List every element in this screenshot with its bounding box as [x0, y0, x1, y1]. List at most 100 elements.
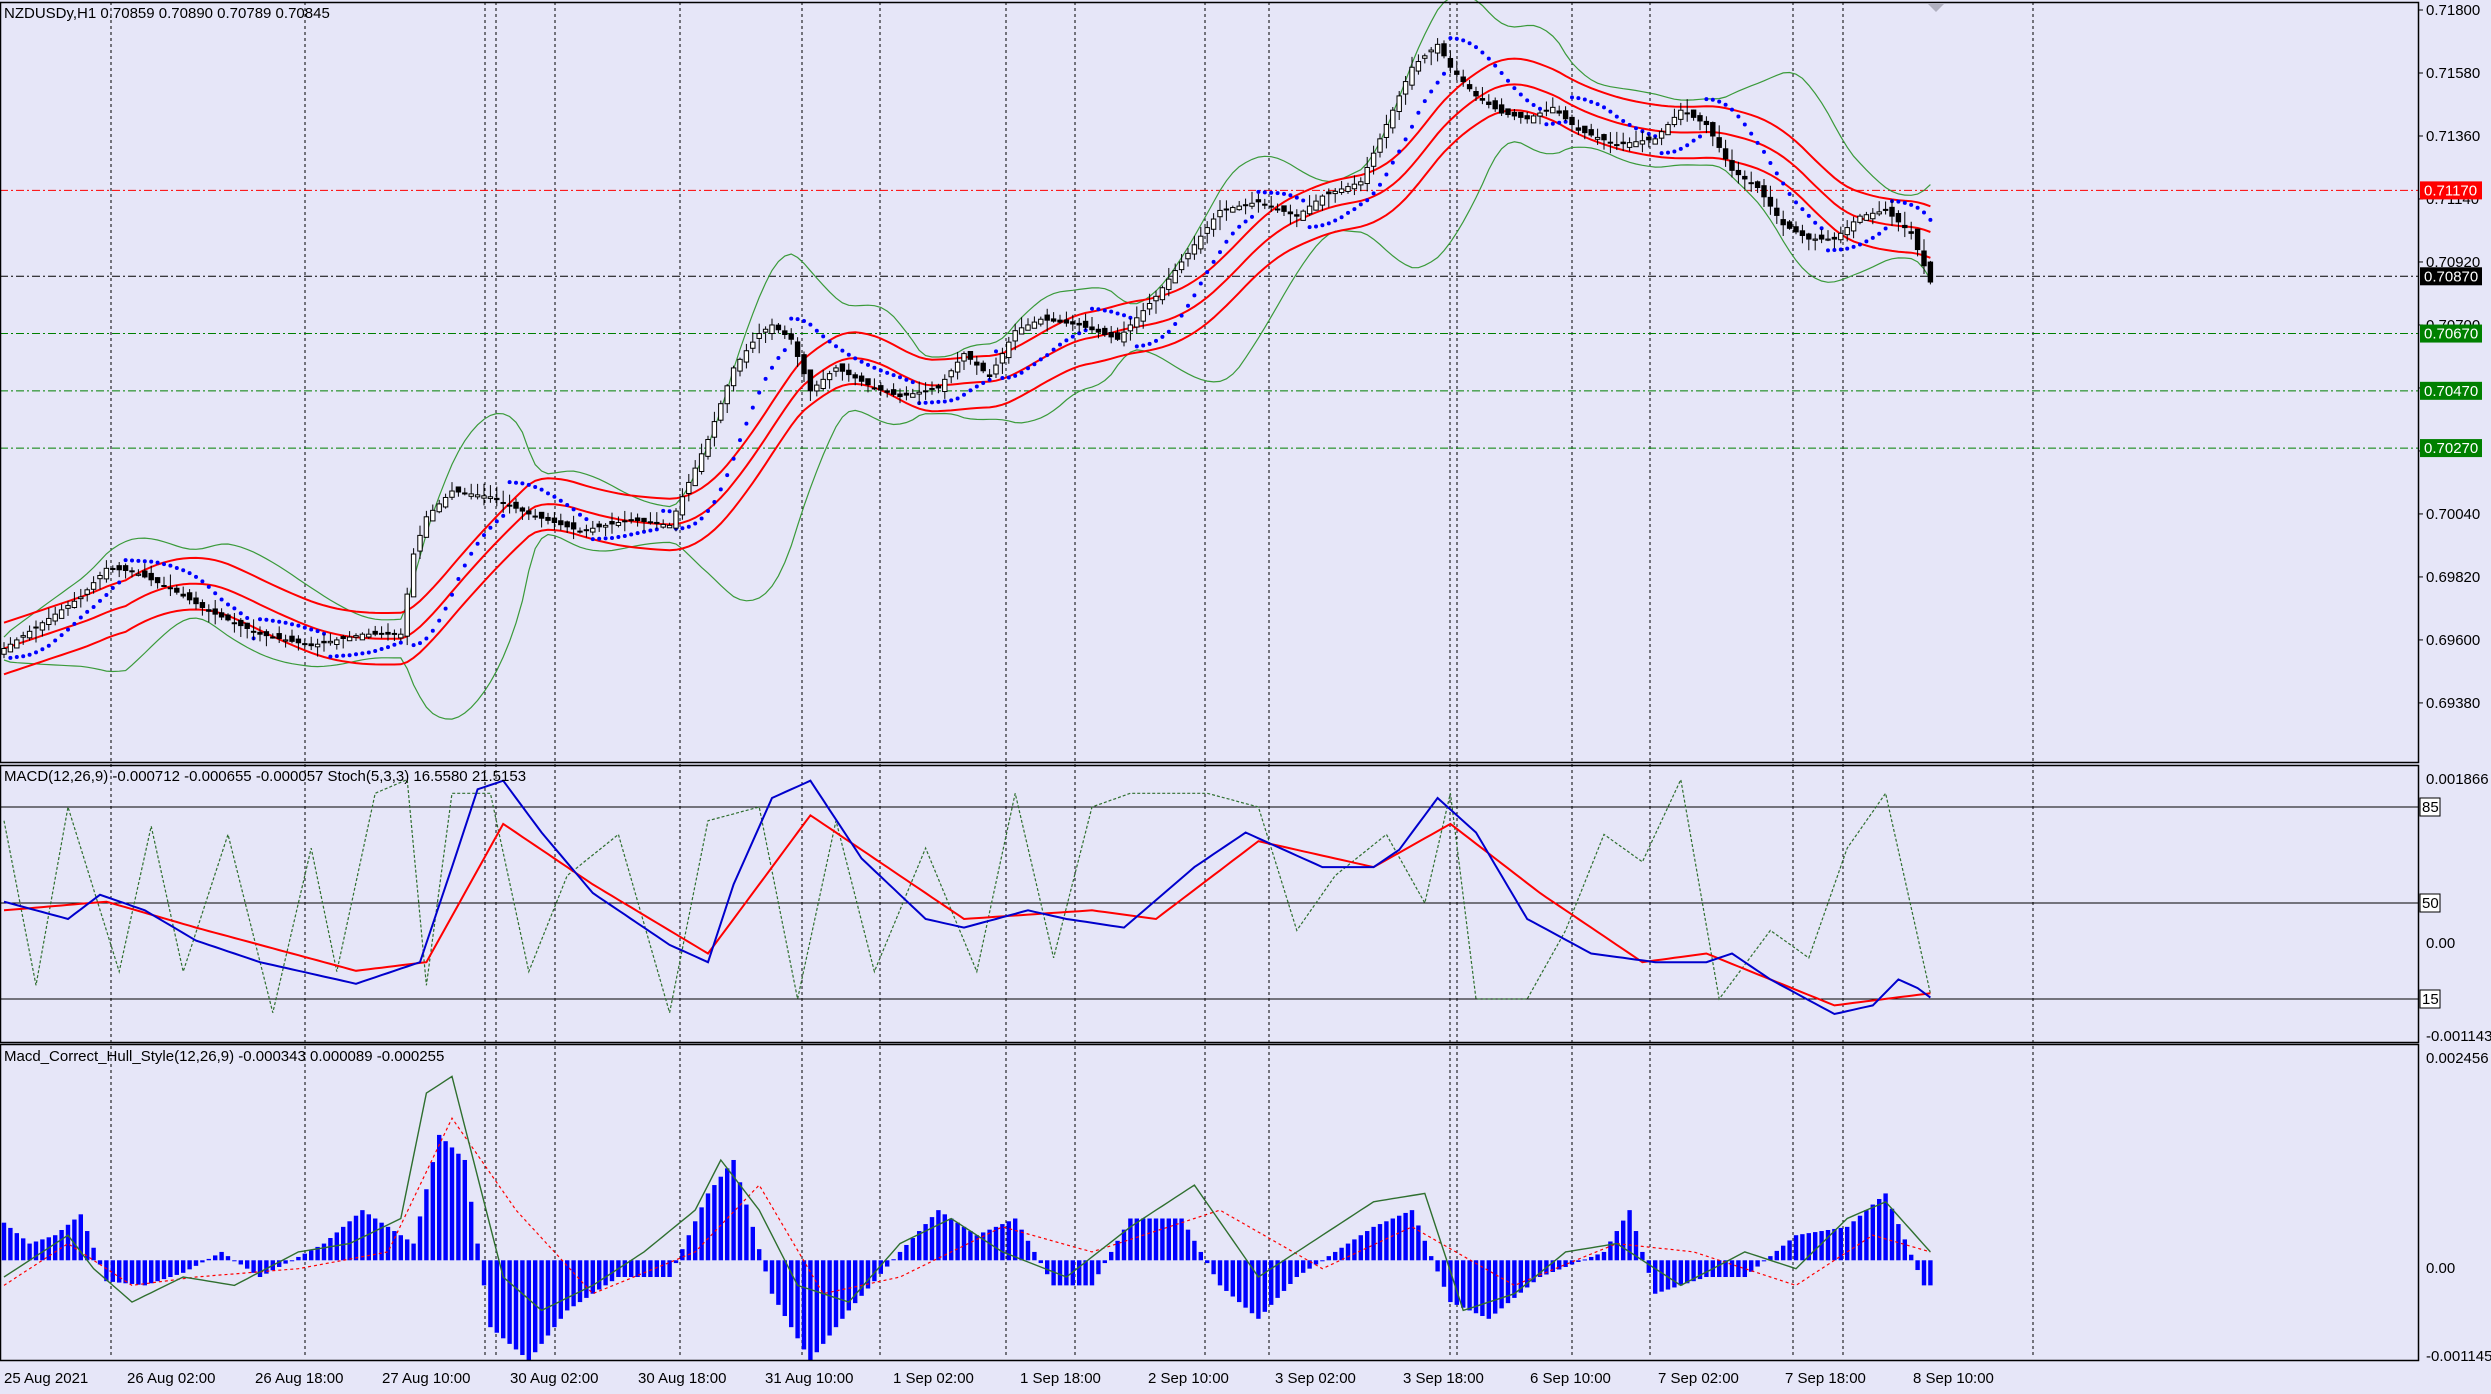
- candle-body: [1146, 302, 1153, 310]
- candle-body: [1902, 224, 1908, 229]
- candle-body: [986, 374, 993, 377]
- candle-body: [1479, 98, 1486, 101]
- candle-body: [295, 638, 302, 644]
- candle-body: [775, 324, 782, 331]
- candle-body: [449, 490, 455, 498]
- hull-hist-bar: [539, 1260, 544, 1344]
- candle-body: [1486, 101, 1492, 105]
- hull-hist-bar: [1160, 1218, 1165, 1261]
- hull-hist-bar: [1793, 1235, 1799, 1261]
- sar-dot: [795, 317, 800, 322]
- candle-body: [570, 522, 577, 530]
- candle-body: [84, 589, 90, 595]
- candle-body: [1095, 328, 1102, 333]
- sar-dot: [1365, 198, 1370, 203]
- hull-hist-bar: [123, 1260, 128, 1284]
- candle-body: [302, 643, 308, 646]
- hull-hist-bar: [1761, 1260, 1767, 1262]
- candle-body: [1697, 115, 1703, 122]
- hull-hist-bar: [232, 1260, 237, 1262]
- sar-dot: [1909, 202, 1914, 207]
- sar-dot: [1000, 376, 1005, 381]
- sar-dot: [968, 388, 973, 393]
- hull-hist-bar: [673, 1260, 679, 1264]
- hull-hist-bar: [161, 1260, 167, 1280]
- sar-dot: [1672, 149, 1677, 154]
- candle-body: [1831, 236, 1838, 240]
- sar-dot: [507, 480, 512, 485]
- candle-body: [1396, 95, 1402, 113]
- candle-body: [129, 570, 135, 573]
- sar-dot: [174, 566, 179, 571]
- hull-hist-bar: [750, 1226, 755, 1261]
- sar-dot: [450, 592, 454, 597]
- hull-hist-bar: [1621, 1220, 1626, 1261]
- candle-body: [1914, 228, 1921, 251]
- candle-body: [1876, 211, 1882, 215]
- candle-body: [500, 501, 506, 504]
- candle-body: [1345, 186, 1351, 192]
- bollinger-upper: [3, 0, 1931, 638]
- candle-body: [58, 609, 65, 619]
- candle-body: [852, 374, 858, 379]
- sar-dot: [1224, 239, 1229, 244]
- candle-body: [660, 523, 666, 528]
- candle-body: [922, 390, 929, 393]
- hull-hist-bar: [257, 1260, 263, 1278]
- sar-dot: [872, 365, 877, 370]
- sar-dot: [565, 502, 570, 507]
- candle-body: [20, 635, 26, 638]
- hull-hist-bar: [1576, 1260, 1581, 1262]
- candle-body: [442, 496, 449, 508]
- sar-dot: [1774, 171, 1779, 176]
- sar-dot: [949, 398, 954, 403]
- envelope-bands: [3, 57, 1931, 676]
- panel-borders: [0, 1, 2420, 1362]
- hull-hist-bar: [14, 1233, 19, 1261]
- hull-hist-bar: [904, 1244, 909, 1261]
- sar-dot: [1282, 191, 1286, 196]
- hull-hist-bar: [1192, 1240, 1197, 1261]
- candle-body: [193, 597, 199, 605]
- candle-body: [423, 516, 430, 538]
- macd-tick-label: 0.00: [2426, 935, 2455, 952]
- bollinger-lower: [3, 141, 1931, 720]
- candle-body: [436, 503, 442, 513]
- candle-body: [622, 520, 628, 523]
- hull-hist-bar: [609, 1260, 615, 1282]
- hull-hist-bar: [1672, 1260, 1677, 1288]
- candle-body: [1633, 141, 1639, 148]
- hull-hist-bar: [1659, 1260, 1664, 1292]
- sar-dot: [475, 541, 480, 546]
- sar-dot: [1634, 126, 1638, 131]
- hull-hist-bar: [1486, 1260, 1491, 1319]
- candle-body: [1127, 324, 1134, 332]
- candle-body: [1454, 70, 1460, 75]
- candle-body: [148, 572, 154, 581]
- candle-body: [814, 384, 820, 392]
- sar-dot: [1493, 63, 1498, 68]
- sar-dot: [245, 616, 250, 621]
- sar-dot: [558, 498, 563, 503]
- sar-dot: [1864, 239, 1869, 244]
- sar-dot: [1685, 143, 1690, 148]
- candle-body: [1511, 111, 1518, 117]
- hull-hist-bar: [424, 1189, 429, 1261]
- hull-hist-bar: [782, 1260, 787, 1317]
- hull-hist-bar: [1141, 1218, 1146, 1261]
- hull-hist-bar: [1595, 1254, 1600, 1261]
- sar-dot: [757, 390, 762, 395]
- candle-body: [1108, 331, 1114, 338]
- time-tick-label: 6 Sep 10:00: [1530, 1370, 1611, 1387]
- candle-body: [1505, 108, 1511, 116]
- candle-body: [1518, 111, 1524, 118]
- trading-chart[interactable]: 855015 0.718000.715800.713600.711400.709…: [0, 0, 2491, 1394]
- hull-hist-bar: [661, 1260, 666, 1278]
- sar-dot: [1378, 182, 1382, 187]
- hull-hist-bar: [206, 1258, 211, 1261]
- candle-body: [871, 387, 878, 390]
- time-tick-label: 3 Sep 02:00: [1275, 1370, 1356, 1387]
- sar-dot: [1346, 210, 1350, 215]
- sar-dot: [1659, 151, 1664, 156]
- sar-dot: [1838, 247, 1843, 252]
